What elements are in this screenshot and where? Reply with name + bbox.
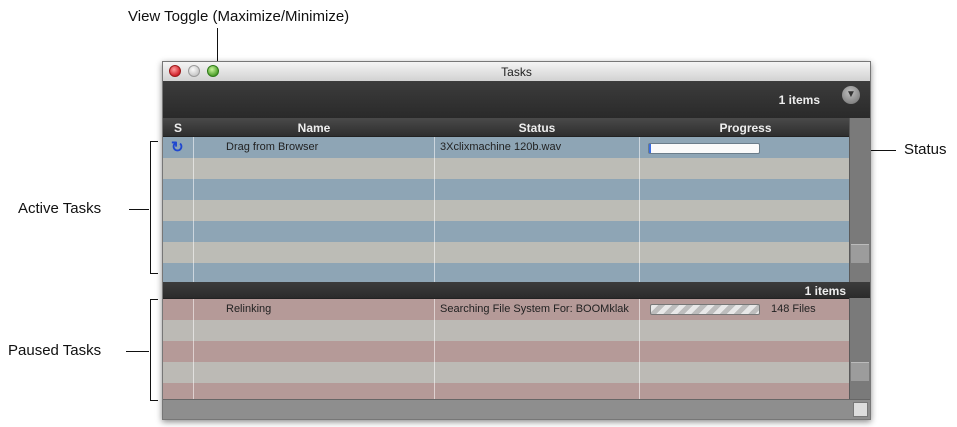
column-header-name[interactable]: Name <box>194 121 434 135</box>
column-divider <box>434 299 435 401</box>
column-divider <box>193 137 194 282</box>
title-bar[interactable]: Tasks <box>163 62 870 82</box>
active-tasks-leader <box>129 209 149 210</box>
task-name: Drag from Browser <box>226 141 319 153</box>
table-row <box>163 158 851 179</box>
table-row <box>163 242 851 263</box>
tasks-window: Tasks 1 items ▼ S Name Status Progress ↻… <box>162 61 871 420</box>
bottom-bar <box>163 399 870 419</box>
paused-tasks-callout: Paused Tasks <box>8 342 102 359</box>
active-tasks-list: ↻ Drag from Browser 3Xclixmachine 120b.w… <box>163 137 851 282</box>
status-callout: Status <box>904 141 947 158</box>
active-tasks-callout: Active Tasks <box>18 200 102 217</box>
view-toggle-callout: View Toggle (Maximize/Minimize) <box>128 8 350 25</box>
table-row[interactable]: ↻ Drag from Browser 3Xclixmachine 120b.w… <box>163 137 851 158</box>
active-scroll-thumb[interactable] <box>851 244 869 263</box>
active-scrollbar[interactable] <box>849 118 870 282</box>
chevron-down-icon: ▼ <box>846 89 856 100</box>
paused-tasks-list: Relinking Searching File System For: BOO… <box>163 299 851 401</box>
table-row <box>163 362 851 383</box>
view-toggle-leader <box>217 28 218 65</box>
toolbar: 1 items ▼ <box>163 81 870 118</box>
column-header-status[interactable]: Status <box>435 121 639 135</box>
active-tasks-bracket <box>150 141 158 274</box>
sync-icon: ↻ <box>171 139 184 156</box>
window-title: Tasks <box>501 65 532 79</box>
table-row[interactable]: Relinking Searching File System For: BOO… <box>163 299 851 320</box>
table-row <box>163 200 851 221</box>
table-row <box>163 179 851 200</box>
column-header-progress[interactable]: Progress <box>640 121 851 135</box>
table-row <box>163 221 851 242</box>
column-divider <box>639 299 640 401</box>
table-row <box>163 263 851 282</box>
active-count: 1 items <box>778 93 820 107</box>
paused-section-header: 1 items <box>163 282 870 298</box>
paused-tasks-leader <box>126 351 149 352</box>
paused-scrollbar[interactable] <box>849 298 870 401</box>
paused-count: 1 items <box>804 284 846 298</box>
table-row <box>163 341 851 362</box>
task-progress-text: 148 Files <box>771 303 816 315</box>
task-progress-indeterminate <box>650 304 760 315</box>
options-menu-button[interactable]: ▼ <box>842 86 860 104</box>
task-progress-bar <box>648 143 760 154</box>
progress-fill <box>649 144 652 153</box>
task-status: 3Xclixmachine 120b.wav <box>440 141 562 153</box>
column-header: S Name Status Progress <box>163 118 870 136</box>
task-status: Searching File System For: BOOMklak <box>440 303 629 315</box>
table-row <box>163 320 851 341</box>
paused-scroll-thumb[interactable] <box>851 362 869 381</box>
column-header-s[interactable]: S <box>163 121 193 135</box>
paused-tasks-bracket <box>150 299 158 401</box>
column-divider <box>434 137 435 282</box>
resize-grip-icon[interactable] <box>853 402 868 417</box>
task-name: Relinking <box>226 303 272 315</box>
column-divider <box>193 299 194 401</box>
column-divider <box>639 137 640 282</box>
